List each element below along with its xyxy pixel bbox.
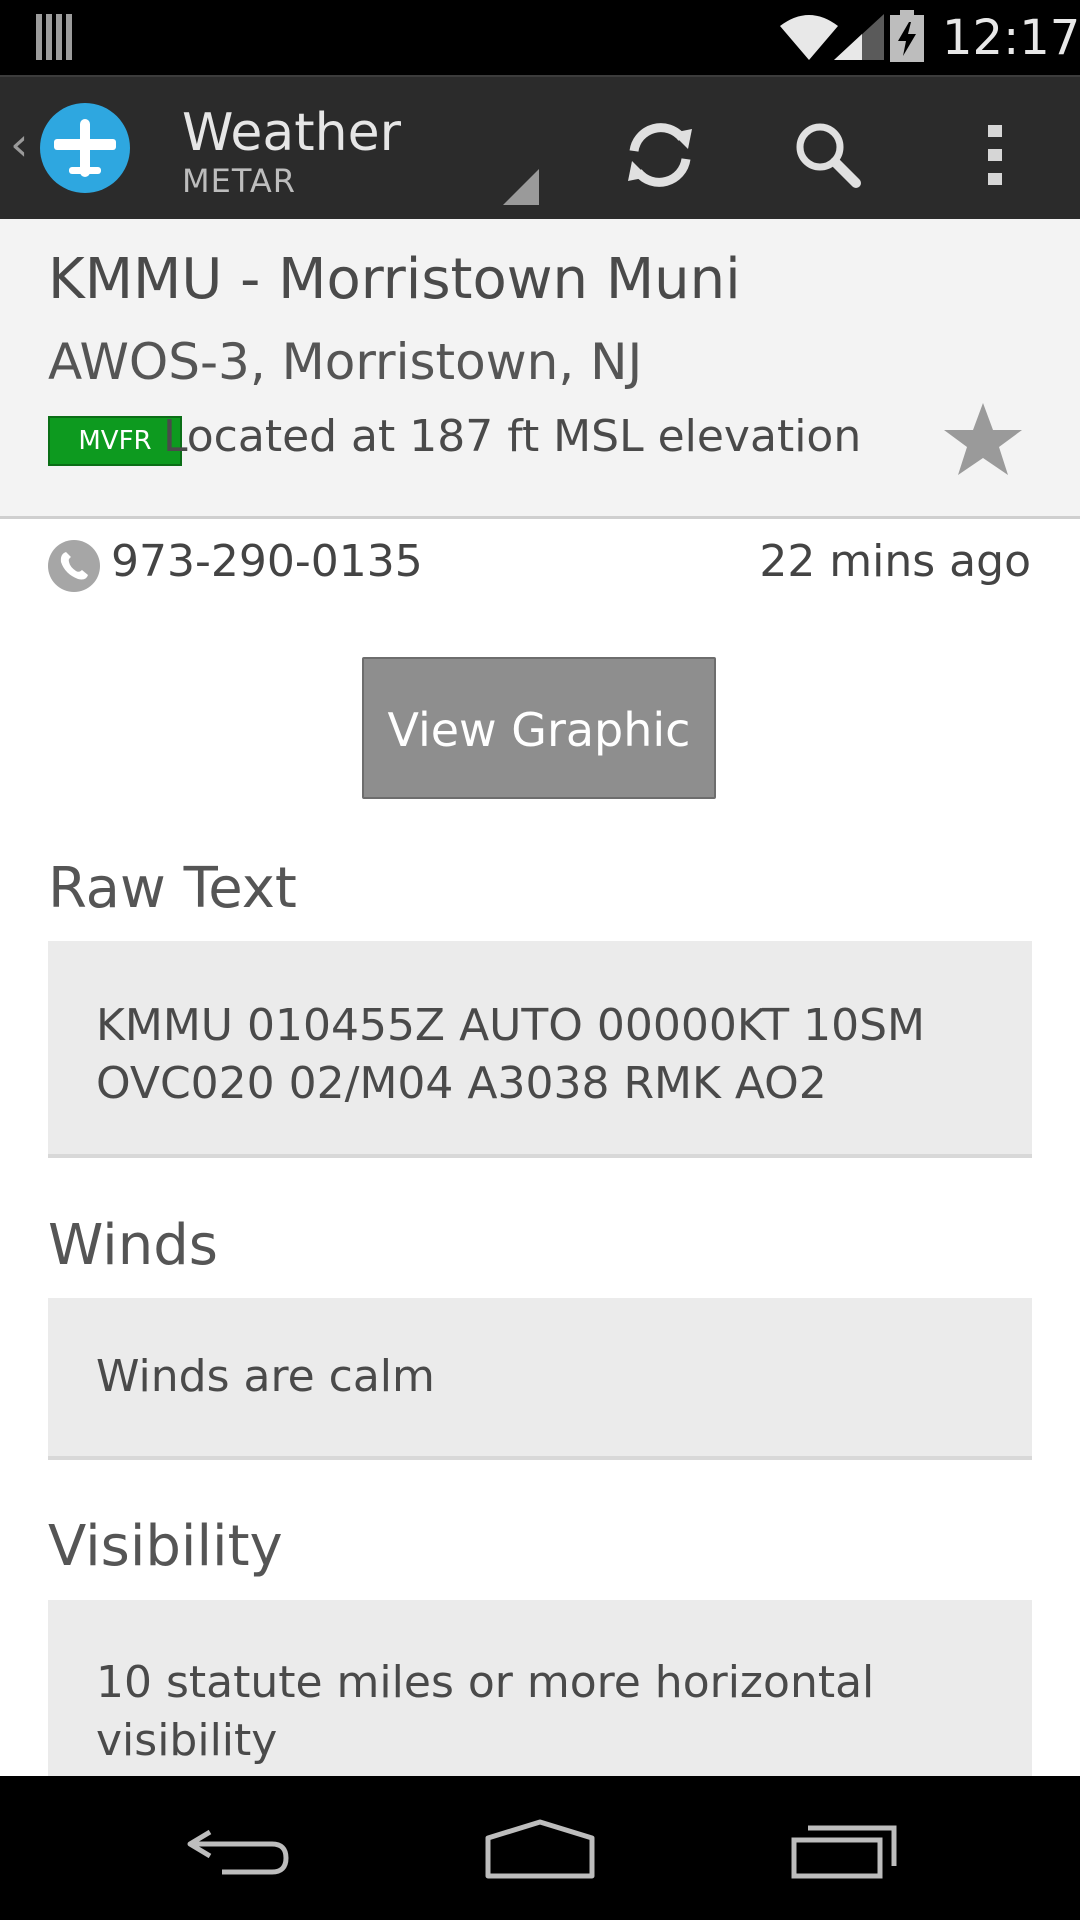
overflow-menu-button[interactable] bbox=[948, 107, 1044, 203]
star-icon bbox=[944, 403, 1022, 475]
overflow-menu-icon bbox=[988, 125, 1002, 185]
page-title: Weather bbox=[182, 103, 401, 163]
recent-apps-button[interactable] bbox=[784, 1810, 904, 1890]
wifi-icon bbox=[780, 15, 838, 60]
visibility-text: visibility bbox=[96, 1715, 278, 1766]
status-bar: 12:17 bbox=[0, 0, 1080, 75]
raw-text-box: KMMU 010455Z AUTO 00000KT 10SM OVC020 02… bbox=[48, 941, 1032, 1158]
raw-text-heading: Raw Text bbox=[48, 856, 297, 921]
home-button[interactable] bbox=[480, 1810, 600, 1890]
sim-card-icon bbox=[36, 14, 72, 60]
report-age: 22 mins ago bbox=[759, 536, 1031, 587]
search-icon bbox=[796, 123, 861, 188]
airplane-icon bbox=[54, 119, 116, 177]
winds-text: Winds are calm bbox=[96, 1351, 435, 1402]
station-header: KMMU - Morristown Muni AWOS-3, Morristow… bbox=[0, 219, 1080, 519]
winds-box: Winds are calm bbox=[48, 1298, 1032, 1460]
status-time: 12:17 bbox=[942, 10, 1080, 66]
view-graphic-button[interactable]: View Graphic bbox=[362, 657, 716, 799]
refresh-icon bbox=[628, 123, 692, 187]
winds-heading: Winds bbox=[48, 1213, 218, 1278]
flight-category-badge: MVFR bbox=[48, 416, 182, 466]
page-subtitle: METAR bbox=[182, 162, 297, 200]
search-button[interactable] bbox=[780, 107, 876, 203]
visibility-box: 10 statute miles or more horizontal visi… bbox=[48, 1600, 1032, 1776]
back-button[interactable] bbox=[182, 1810, 302, 1890]
visibility-heading: Visibility bbox=[48, 1514, 283, 1579]
raw-text-line: OVC020 02/M04 A3038 RMK AO2 bbox=[96, 1058, 827, 1109]
back-icon bbox=[187, 1829, 289, 1875]
favorite-button[interactable] bbox=[940, 397, 1026, 483]
home-icon bbox=[485, 1819, 595, 1879]
recent-apps-icon bbox=[791, 1825, 897, 1879]
title-spinner[interactable]: Weather METAR bbox=[182, 103, 401, 199]
station-name: KMMU - Morristown Muni bbox=[48, 247, 741, 312]
station-elevation: Located at 187 ft MSL elevation bbox=[163, 411, 862, 462]
app-home-button[interactable] bbox=[40, 103, 130, 193]
navigation-bar bbox=[0, 1776, 1080, 1920]
battery-charging-icon bbox=[890, 10, 924, 62]
up-caret-icon[interactable]: ‹ bbox=[10, 119, 28, 169]
dropdown-triangle-icon bbox=[503, 169, 539, 205]
station-phone[interactable]: 973-290-0135 bbox=[111, 536, 423, 587]
signal-icon bbox=[834, 14, 884, 60]
refresh-button[interactable] bbox=[612, 107, 708, 203]
action-bar: ‹ Weather METAR bbox=[0, 75, 1080, 221]
raw-text-line: KMMU 010455Z AUTO 00000KT 10SM bbox=[96, 1000, 926, 1051]
phone-icon bbox=[48, 540, 100, 592]
station-source: AWOS-3, Morristown, NJ bbox=[48, 333, 643, 391]
visibility-text: 10 statute miles or more horizontal bbox=[96, 1657, 875, 1708]
